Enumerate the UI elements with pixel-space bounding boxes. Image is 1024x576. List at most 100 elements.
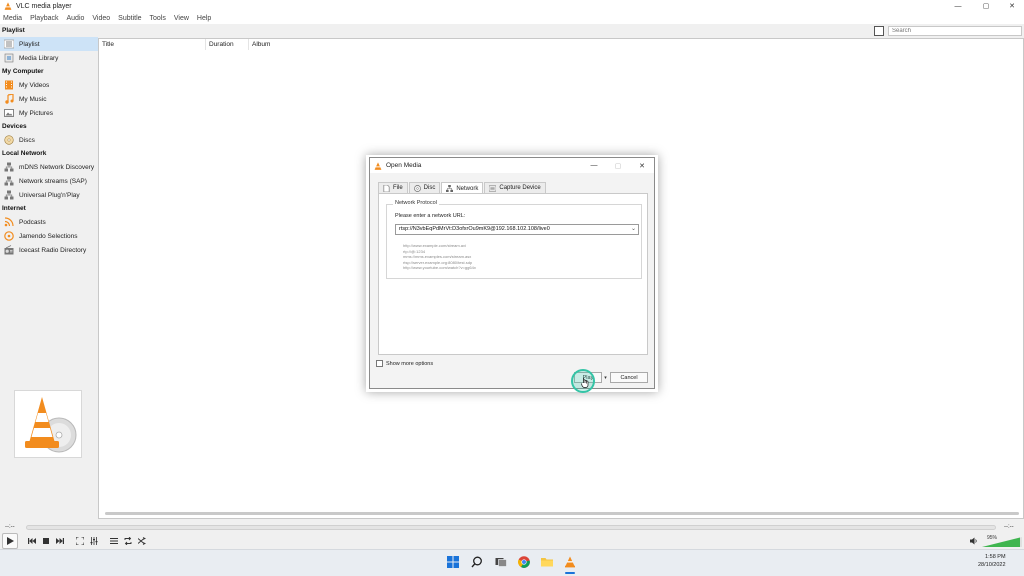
- search-button[interactable]: [470, 555, 484, 569]
- open-media-dialog: Open Media — ▢ ✕ File Disc Network Captu…: [369, 157, 655, 389]
- clock-date: 28/10/2022: [978, 562, 1006, 568]
- playlist-toolbar: [98, 24, 1024, 38]
- sidebar-item-playlist[interactable]: Playlist: [0, 37, 98, 51]
- maximize-button[interactable]: ▢: [972, 0, 1000, 12]
- vlc-cone-icon: [374, 161, 382, 170]
- menu-tools[interactable]: Tools: [150, 15, 166, 22]
- chevron-down-icon[interactable]: ⌄: [631, 225, 636, 234]
- album-art: [14, 390, 82, 458]
- menu-subtitle[interactable]: Subtitle: [118, 15, 141, 22]
- taskbar-clock[interactable]: 1:58 PM 28/10/2022: [978, 553, 1006, 569]
- column-duration[interactable]: Duration: [206, 39, 249, 50]
- url-examples: http://www.example.com/stream.avi rtp://…: [403, 243, 476, 271]
- loop-button[interactable]: [122, 535, 134, 547]
- menu-video[interactable]: Video: [92, 15, 110, 22]
- taskbar-chrome[interactable]: [517, 555, 531, 569]
- network-tab-panel: Network Protocol Please enter a network …: [378, 193, 648, 355]
- minimize-button[interactable]: —: [944, 0, 972, 12]
- clock-time: 1:58 PM: [985, 554, 1006, 560]
- show-more-options[interactable]: Show more options: [376, 360, 433, 367]
- network-protocol-group: Network Protocol Please enter a network …: [386, 200, 642, 279]
- menu-view[interactable]: View: [174, 15, 189, 22]
- shuffle-button[interactable]: [136, 535, 148, 547]
- seek-slider[interactable]: [26, 525, 996, 530]
- show-more-options-checkbox[interactable]: [376, 360, 383, 367]
- playlist-header: Title Duration Album: [99, 39, 1023, 50]
- sidebar-item-label: Network streams (SAP): [19, 177, 87, 185]
- tab-capture-device[interactable]: Capture Device: [484, 182, 546, 193]
- network-url-input[interactable]: rtsp://N3vbEqPdMrVt:D3ofxrOu9mK9@192.168…: [395, 224, 639, 235]
- playlist-icon: [4, 39, 14, 49]
- hand-cursor-icon: [581, 378, 589, 388]
- sidebar-item-label: My Music: [19, 95, 47, 103]
- sidebar-item-my-music[interactable]: My Music: [0, 92, 98, 106]
- tab-file[interactable]: File: [378, 182, 408, 193]
- next-button[interactable]: [54, 535, 66, 547]
- sidebar-item-mdns[interactable]: mDNS Network Discovery: [0, 160, 98, 174]
- previous-icon: [28, 538, 36, 544]
- seek-row: --:-- --:--: [0, 521, 1024, 533]
- sidebar-item-my-pictures[interactable]: My Pictures: [0, 106, 98, 120]
- sidebar-item-icecast[interactable]: Icecast Radio Directory: [0, 243, 98, 257]
- sidebar-item-label: Icecast Radio Directory: [19, 246, 87, 254]
- equalizer-icon: [90, 537, 98, 545]
- play-dropdown-arrow[interactable]: ▾: [602, 372, 609, 383]
- vlc-cone-icon: [565, 556, 575, 568]
- sidebar-item-label: My Pictures: [19, 109, 53, 117]
- task-view-button[interactable]: [494, 555, 508, 569]
- extended-settings-button[interactable]: [88, 535, 100, 547]
- sidebar-item-media-library[interactable]: Media Library: [0, 51, 98, 65]
- chrome-icon: [518, 556, 530, 568]
- menu-bar: Media Playback Audio Video Subtitle Tool…: [0, 12, 1024, 24]
- dialog-close-button[interactable]: ✕: [634, 160, 650, 171]
- menu-audio[interactable]: Audio: [66, 15, 84, 22]
- network-icon: [446, 185, 454, 192]
- playlist-toggle-button[interactable]: [108, 535, 120, 547]
- horizontal-scrollbar[interactable]: [105, 512, 1019, 515]
- url-value: rtsp://N3vbEqPdMrVt:D3ofxrOu9mK9@192.168…: [399, 226, 550, 232]
- stop-button[interactable]: [40, 535, 52, 547]
- capture-device-icon: [489, 185, 497, 191]
- mute-button[interactable]: [968, 535, 980, 547]
- taskbar-file-explorer[interactable]: [540, 555, 554, 569]
- sidebar-item-discs[interactable]: Discs: [0, 133, 98, 147]
- menu-media[interactable]: Media: [3, 15, 22, 22]
- sidebar-item-network-streams[interactable]: Network streams (SAP): [0, 174, 98, 188]
- show-more-options-label: Show more options: [386, 360, 434, 367]
- sidebar-item-jamendo[interactable]: Jamendo Selections: [0, 229, 98, 243]
- column-album[interactable]: Album: [249, 39, 309, 50]
- dialog-maximize-button[interactable]: ▢: [610, 160, 626, 171]
- pictures-icon: [4, 109, 14, 117]
- sidebar-item-my-videos[interactable]: My Videos: [0, 78, 98, 92]
- radio-icon: [4, 245, 14, 255]
- player-controls: [0, 533, 1024, 549]
- previous-button[interactable]: [26, 535, 38, 547]
- dialog-title: Open Media: [386, 162, 422, 169]
- search-input[interactable]: [888, 26, 1022, 36]
- tab-label: Disc: [423, 185, 436, 191]
- volume-level: 95%: [987, 535, 998, 541]
- windows-icon: [447, 556, 459, 568]
- menu-playback[interactable]: Playback: [30, 15, 58, 22]
- sidebar-item-upnp[interactable]: Universal Plug'n'Play: [0, 188, 98, 202]
- fullscreen-button[interactable]: [74, 535, 86, 547]
- close-button[interactable]: ✕: [998, 0, 1024, 12]
- sidebar-section-local-network: Local Network: [2, 150, 47, 157]
- fullscreen-icon: [76, 537, 84, 545]
- speaker-icon: [970, 537, 977, 545]
- view-mode-icon[interactable]: [874, 26, 884, 36]
- jamendo-icon: [4, 231, 14, 241]
- play-button[interactable]: [2, 533, 18, 549]
- taskbar-vlc[interactable]: [563, 555, 577, 569]
- sidebar-item-podcasts[interactable]: Podcasts: [0, 215, 98, 229]
- tab-disc[interactable]: Disc: [408, 182, 441, 193]
- url-label: Please enter a network URL:: [395, 213, 466, 219]
- dialog-minimize-button[interactable]: —: [586, 160, 602, 171]
- menu-help[interactable]: Help: [197, 15, 211, 22]
- column-title[interactable]: Title: [99, 39, 206, 50]
- elapsed-time: --:--: [5, 524, 15, 530]
- network-icon: [4, 190, 14, 200]
- start-button[interactable]: [446, 555, 460, 569]
- folder-icon: [541, 558, 553, 567]
- dialog-cancel-button[interactable]: Cancel: [610, 372, 648, 383]
